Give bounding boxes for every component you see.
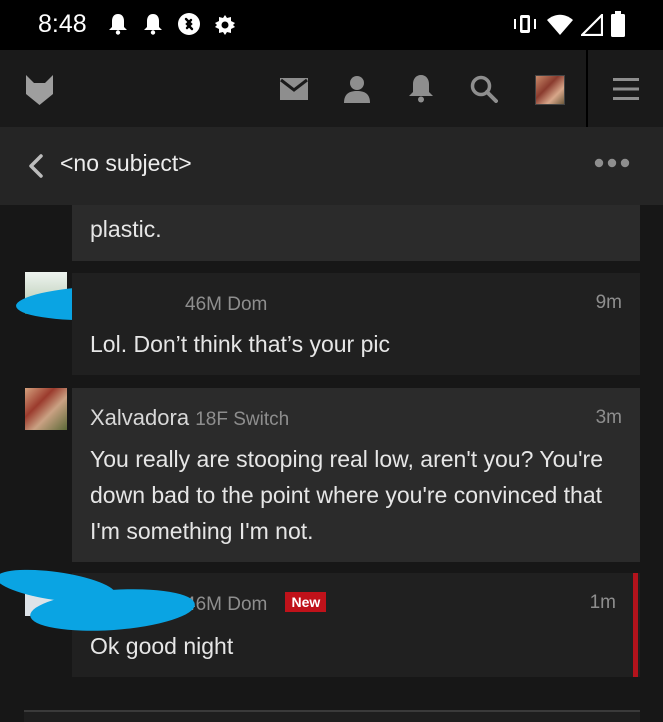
message-body: Lol. Don’t think that’s your pic bbox=[90, 331, 391, 357]
battery-icon bbox=[611, 11, 625, 37]
vibrate-icon bbox=[514, 15, 536, 33]
shazam-icon bbox=[178, 13, 200, 35]
status-bar: 8:48 bbox=[0, 0, 663, 50]
message-time: 3m bbox=[595, 407, 622, 428]
message-time: 9m bbox=[595, 292, 622, 313]
thread-title: <no subject> bbox=[60, 150, 192, 176]
message-item: plastic. bbox=[72, 205, 640, 261]
wifi-icon bbox=[547, 14, 573, 35]
user-icon[interactable] bbox=[343, 75, 371, 103]
status-time: 8:48 bbox=[38, 10, 87, 38]
sender-meta: 46M Dom bbox=[185, 594, 268, 615]
message-sender: 46M Dom New bbox=[185, 590, 327, 616]
nav-divider bbox=[586, 50, 588, 127]
bell-icon[interactable] bbox=[407, 73, 435, 103]
sender-meta: 18F Switch bbox=[195, 409, 290, 430]
search-icon[interactable] bbox=[470, 75, 498, 103]
menu-icon[interactable] bbox=[613, 78, 639, 100]
app-nav-bar bbox=[0, 50, 663, 127]
message-body: Ok good night bbox=[90, 633, 234, 659]
new-badge: New bbox=[285, 592, 327, 612]
message-item: 46M Dom New 1m Ok good night bbox=[72, 573, 640, 677]
message-sender: Xalvadora 18F Switch bbox=[90, 405, 289, 431]
avatar[interactable] bbox=[535, 75, 565, 105]
mail-icon[interactable] bbox=[280, 78, 308, 100]
reply-composer[interactable] bbox=[24, 710, 640, 722]
more-options-icon[interactable] bbox=[594, 158, 630, 168]
avatar[interactable] bbox=[25, 388, 67, 430]
message-time: 1m bbox=[589, 592, 616, 613]
logo-icon[interactable] bbox=[25, 74, 54, 106]
message-sender: 46M Dom bbox=[185, 290, 267, 316]
signal-icon bbox=[581, 14, 603, 36]
sender-name[interactable]: Xalvadora bbox=[90, 405, 189, 430]
sender-meta: 46M Dom bbox=[185, 294, 268, 315]
back-arrow-icon[interactable] bbox=[28, 154, 44, 178]
message-body: You really are stooping real low, aren't… bbox=[90, 446, 604, 544]
message-item: Xalvadora 18F Switch 3m You really are s… bbox=[72, 388, 640, 562]
unread-indicator bbox=[633, 573, 638, 677]
message-item: 46M Dom 9m Lol. Don’t think that’s your … bbox=[72, 273, 640, 375]
message-body: plastic. bbox=[90, 216, 162, 242]
bell-icon bbox=[144, 14, 162, 35]
thread-header: <no subject> bbox=[0, 127, 663, 205]
bell-icon bbox=[109, 14, 127, 35]
gear-icon bbox=[215, 15, 235, 35]
